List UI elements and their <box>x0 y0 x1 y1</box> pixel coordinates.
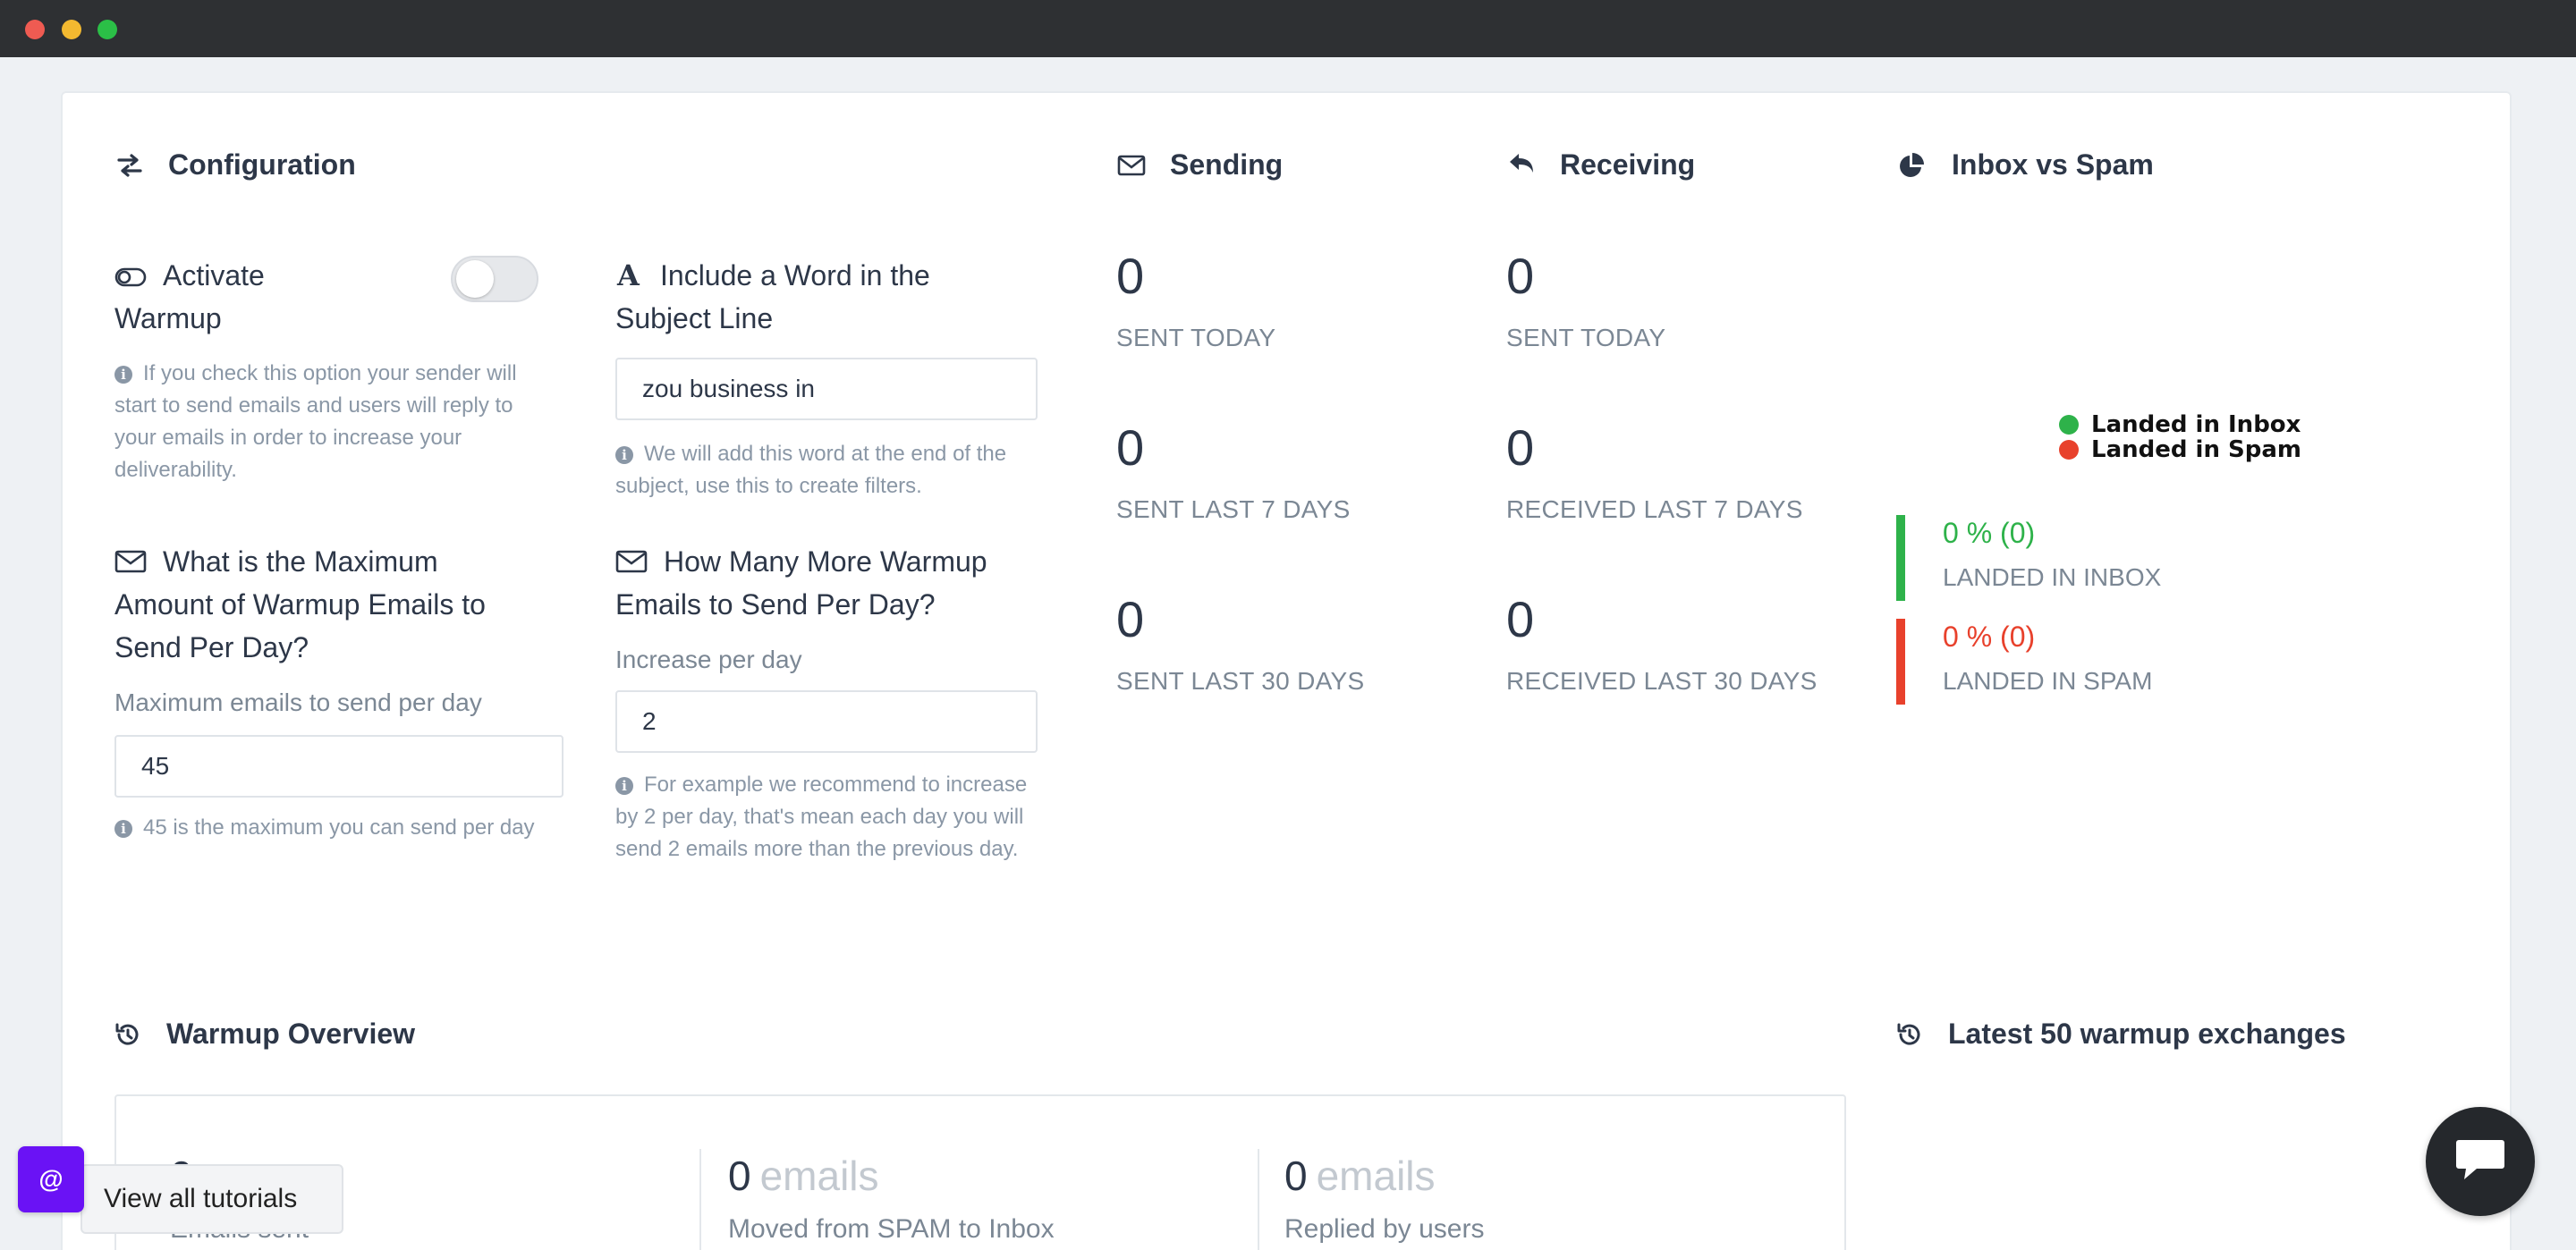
history-icon <box>113 1019 143 1050</box>
sent-7-days-value: 0 <box>1116 419 1145 476</box>
received-30-days-label: RECEIVED LAST 30 DAYS <box>1506 667 1818 695</box>
envelope-icon <box>114 543 147 573</box>
sending-title: Sending <box>1170 148 1284 181</box>
activate-warmup-toggle[interactable] <box>451 256 538 302</box>
received-30-days-value: 0 <box>1506 591 1535 647</box>
sent-30-days-label: SENT LAST 30 DAYS <box>1116 667 1365 695</box>
warmup-overview-title: Warmup Overview <box>166 1018 416 1050</box>
sent-30-days-value: 0 <box>1116 591 1145 647</box>
latest-exchanges-title: Latest 50 warmup exchanges <box>1948 1018 2346 1050</box>
activate-warmup-title: Activate Warmup <box>114 254 410 340</box>
increase-per-day-input[interactable] <box>615 690 1038 753</box>
view-all-tutorials-label: View all tutorials <box>104 1184 298 1213</box>
close-window-button[interactable] <box>25 20 45 39</box>
envelope-icon <box>615 543 648 573</box>
history-icon <box>1894 1019 1925 1050</box>
increase-per-day-label: Increase per day <box>615 646 802 673</box>
spam-bar <box>1896 619 1905 705</box>
receiving-title: Receiving <box>1560 148 1696 181</box>
overview-divider <box>1258 1149 1259 1250</box>
moved-from-spam-value: 0 emails <box>728 1153 879 1199</box>
subject-word-title: A Include a Word in the Subject Line <box>615 254 1063 340</box>
moved-from-spam-label: Moved from SPAM to Inbox <box>728 1214 1055 1244</box>
max-emails-input[interactable] <box>114 735 564 798</box>
arrows-exchange-icon <box>114 150 145 181</box>
sent-today-value: 0 <box>1116 248 1145 304</box>
font-icon: A <box>615 257 644 292</box>
sent-today-label: SENT TODAY <box>1116 324 1276 351</box>
chat-bubble-icon <box>2453 1136 2507 1187</box>
maximize-window-button[interactable] <box>97 20 117 39</box>
window-titlebar <box>0 0 2576 57</box>
toggle-knob <box>456 260 494 298</box>
info-icon: i <box>114 820 132 838</box>
received-today-value: 0 <box>1506 248 1535 304</box>
tutorials-at-icon[interactable]: @ <box>18 1146 84 1212</box>
activate-warmup-help: i If you check this option your sender wi… <box>114 361 517 482</box>
reply-icon <box>1506 148 1537 179</box>
sent-7-days-label: SENT LAST 7 DAYS <box>1116 495 1351 523</box>
pie-chart-icon <box>1896 150 1927 181</box>
envelope-icon <box>1116 150 1147 181</box>
configuration-title: Configuration <box>168 148 356 181</box>
received-7-days-value: 0 <box>1506 419 1535 476</box>
info-icon: i <box>615 446 633 464</box>
inbox-label: LANDED IN INBOX <box>1943 563 2162 591</box>
inbox-percent: 0 % (0) <box>1943 517 2036 549</box>
subject-word-help: i We will add this word at the end of the… <box>615 442 1007 498</box>
inbox-vs-spam-title: Inbox vs Spam <box>1952 148 2154 181</box>
replied-by-users-label: Replied by users <box>1284 1214 1485 1244</box>
max-emails-title: What is the Maximum Amount of Warmup Emai… <box>114 540 580 669</box>
subject-word-input[interactable] <box>615 358 1038 420</box>
overview-divider <box>699 1149 701 1250</box>
spam-percent: 0 % (0) <box>1943 621 2036 653</box>
legend-spam: Landed in Spam <box>2059 436 2301 463</box>
info-icon: i <box>114 366 132 384</box>
received-7-days-label: RECEIVED LAST 7 DAYS <box>1506 495 1803 523</box>
toggle-icon <box>114 257 147 287</box>
spam-label: LANDED IN SPAM <box>1943 667 2153 695</box>
minimize-window-button[interactable] <box>62 20 81 39</box>
legend-dot-spam <box>2059 440 2079 460</box>
legend-inbox: Landed in Inbox <box>2059 411 2301 438</box>
max-emails-help: i 45 is the maximum you can send per day <box>114 812 544 844</box>
replied-by-users-value: 0 emails <box>1284 1153 1436 1199</box>
svg-text:A: A <box>616 261 640 288</box>
inbox-bar <box>1896 515 1905 601</box>
received-today-label: SENT TODAY <box>1506 324 1666 351</box>
max-emails-label: Maximum emails to send per day <box>114 688 482 716</box>
chat-button[interactable] <box>2426 1107 2535 1216</box>
view-all-tutorials-button[interactable]: View all tutorials <box>80 1164 343 1234</box>
legend-dot-inbox <box>2059 415 2079 435</box>
increase-per-day-title: How Many More Warmup Emails to Send Per D… <box>615 540 1063 626</box>
increase-per-day-help: i For example we recommend to increase by… <box>615 773 1028 861</box>
info-icon: i <box>615 777 633 795</box>
